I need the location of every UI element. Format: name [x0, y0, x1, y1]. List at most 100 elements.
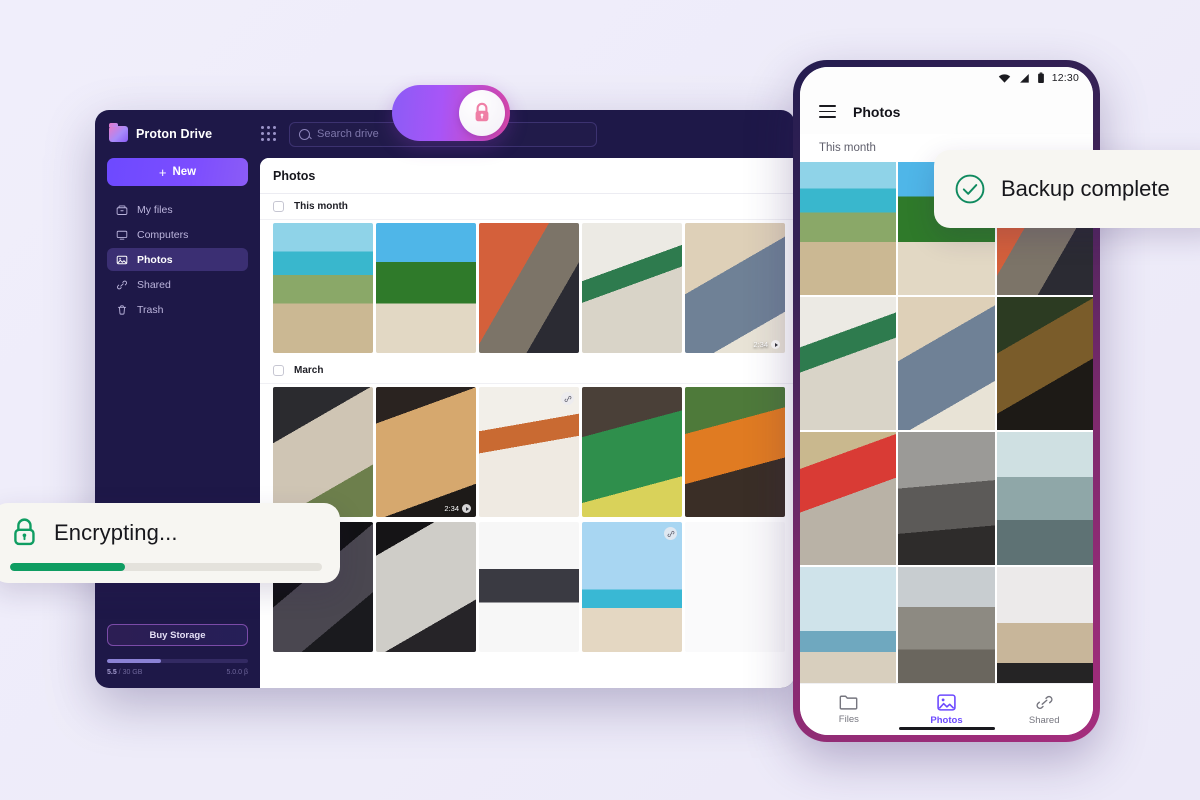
photo-thumbnail[interactable]	[582, 223, 682, 353]
storage-used-text: 5.5 / 30 GB	[107, 669, 142, 676]
storage-section: Buy Storage 5.5 / 30 GB 5.0.0 β	[107, 624, 248, 676]
photo-thumbnail[interactable]	[376, 522, 476, 652]
phone-status-bar: 12:30	[800, 67, 1093, 89]
status-time: 12:30	[1051, 72, 1079, 84]
video-duration-label: 2:34	[444, 504, 459, 513]
phone-nav-shared[interactable]: Shared	[995, 694, 1093, 726]
photo-thumbnail[interactable]	[479, 223, 579, 353]
photo-thumbnail[interactable]	[376, 223, 476, 353]
sidebar-item-my-files[interactable]: My files	[107, 198, 248, 221]
storage-used-value: 5.5	[107, 669, 117, 676]
check-circle-icon	[955, 174, 985, 204]
photos-content-pane: Photos This month 2:34 March 2:34	[260, 158, 795, 688]
encryption-toggle[interactable]	[392, 85, 510, 141]
app-version: 5.0.0 β	[226, 669, 248, 676]
photo-thumbnail[interactable]	[800, 297, 897, 430]
sidebar-item-label: Computers	[137, 228, 189, 241]
encrypting-label: Encrypting...	[54, 520, 178, 545]
files-icon	[116, 205, 128, 215]
link-icon	[564, 395, 571, 402]
encrypting-toast: Encrypting...	[0, 503, 340, 583]
battery-icon	[1037, 72, 1044, 83]
video-duration-label: 2:34	[753, 340, 768, 349]
photo-thumbnail[interactable]	[685, 387, 785, 517]
photo-thumbnail[interactable]	[800, 432, 897, 565]
sidebar-item-label: Shared	[137, 278, 171, 291]
sidebar-item-computers[interactable]: Computers	[107, 223, 248, 246]
video-duration-badge: 2:34	[444, 504, 471, 513]
sidebar-item-label: My files	[137, 203, 173, 216]
photo-thumbnail[interactable]	[996, 297, 1093, 430]
photo-thumbnail[interactable]	[996, 567, 1093, 683]
storage-stats: 5.5 / 30 GB 5.0.0 β	[107, 669, 248, 676]
apps-grid-icon[interactable]	[261, 126, 277, 142]
plus-icon: +	[158, 164, 167, 180]
photo-row	[260, 522, 795, 652]
link-icon	[1036, 695, 1053, 709]
phone-nav-photos[interactable]: Photos	[898, 693, 996, 726]
photo-thumbnail[interactable]	[479, 522, 579, 652]
sidebar-item-label: Trash	[137, 303, 164, 316]
photo-thumbnail[interactable]	[898, 567, 995, 683]
photo-thumbnail[interactable]	[685, 522, 785, 652]
photo-thumbnail[interactable]	[996, 432, 1093, 565]
buy-storage-label: Buy Storage	[149, 629, 206, 641]
image-icon	[116, 255, 128, 264]
photo-thumbnail[interactable]: 2:34	[376, 387, 476, 517]
photo-thumbnail[interactable]: 2:34	[685, 223, 785, 353]
hamburger-icon[interactable]	[819, 105, 836, 118]
content-header: Photos	[260, 158, 795, 194]
sidebar-item-photos[interactable]: Photos	[107, 248, 248, 271]
phone-nav-label: Photos	[930, 714, 963, 726]
play-icon	[462, 504, 471, 513]
phone-nav-files[interactable]: Files	[800, 694, 898, 725]
encrypting-row: Encrypting...	[10, 517, 322, 549]
phone-page-title: Photos	[853, 103, 901, 120]
toggle-knob	[459, 90, 505, 136]
section-header-this-month: This month	[260, 194, 795, 220]
section-label: This month	[294, 201, 348, 212]
backup-complete-label: Backup complete	[1001, 176, 1170, 201]
photo-thumbnail[interactable]	[800, 567, 897, 683]
lock-open-green-icon	[14, 518, 35, 546]
sidebar: + New My files Computers Photos Shared T…	[95, 158, 260, 688]
trash-icon	[117, 304, 127, 315]
monitor-icon	[116, 230, 128, 240]
photo-thumbnail[interactable]	[273, 387, 373, 517]
brand: Proton Drive	[109, 123, 249, 142]
photo-thumbnail[interactable]	[582, 522, 682, 652]
photo-thumbnail[interactable]	[898, 432, 995, 565]
search-icon	[299, 128, 310, 140]
image-icon	[937, 693, 956, 711]
photo-thumbnail[interactable]	[479, 387, 579, 517]
sidebar-item-label: Photos	[137, 253, 173, 266]
encrypting-progress-bar	[10, 563, 322, 571]
phone-photo-grid	[800, 162, 1093, 683]
new-button-label: New	[172, 166, 197, 178]
home-indicator	[898, 727, 995, 730]
photo-thumbnail[interactable]	[582, 387, 682, 517]
signal-icon	[1019, 73, 1029, 83]
new-button[interactable]: + New	[107, 158, 248, 186]
sidebar-item-shared[interactable]: Shared	[107, 273, 248, 296]
buy-storage-button[interactable]: Buy Storage	[107, 624, 248, 646]
play-icon	[771, 340, 780, 349]
folder-gradient-icon	[109, 123, 128, 142]
lock-icon	[475, 102, 489, 122]
brand-name: Proton Drive	[136, 127, 213, 141]
section-checkbox[interactable]	[273, 201, 284, 212]
sidebar-item-trash[interactable]: Trash	[107, 298, 248, 321]
backup-complete-toast: Backup complete	[934, 150, 1200, 228]
photo-row: 2:34	[260, 223, 795, 353]
storage-progress-fill	[107, 659, 161, 663]
section-checkbox[interactable]	[273, 365, 284, 376]
phone-nav-label: Shared	[1028, 714, 1060, 726]
section-label: March	[294, 365, 324, 376]
photo-thumbnail[interactable]	[273, 223, 373, 353]
photo-thumbnail[interactable]	[800, 162, 897, 295]
shared-link-badge	[664, 527, 677, 540]
shared-link-badge	[561, 392, 574, 405]
section-header-march: March	[260, 358, 795, 384]
search-placeholder: Search drive	[317, 128, 379, 140]
photo-thumbnail[interactable]	[898, 297, 995, 430]
